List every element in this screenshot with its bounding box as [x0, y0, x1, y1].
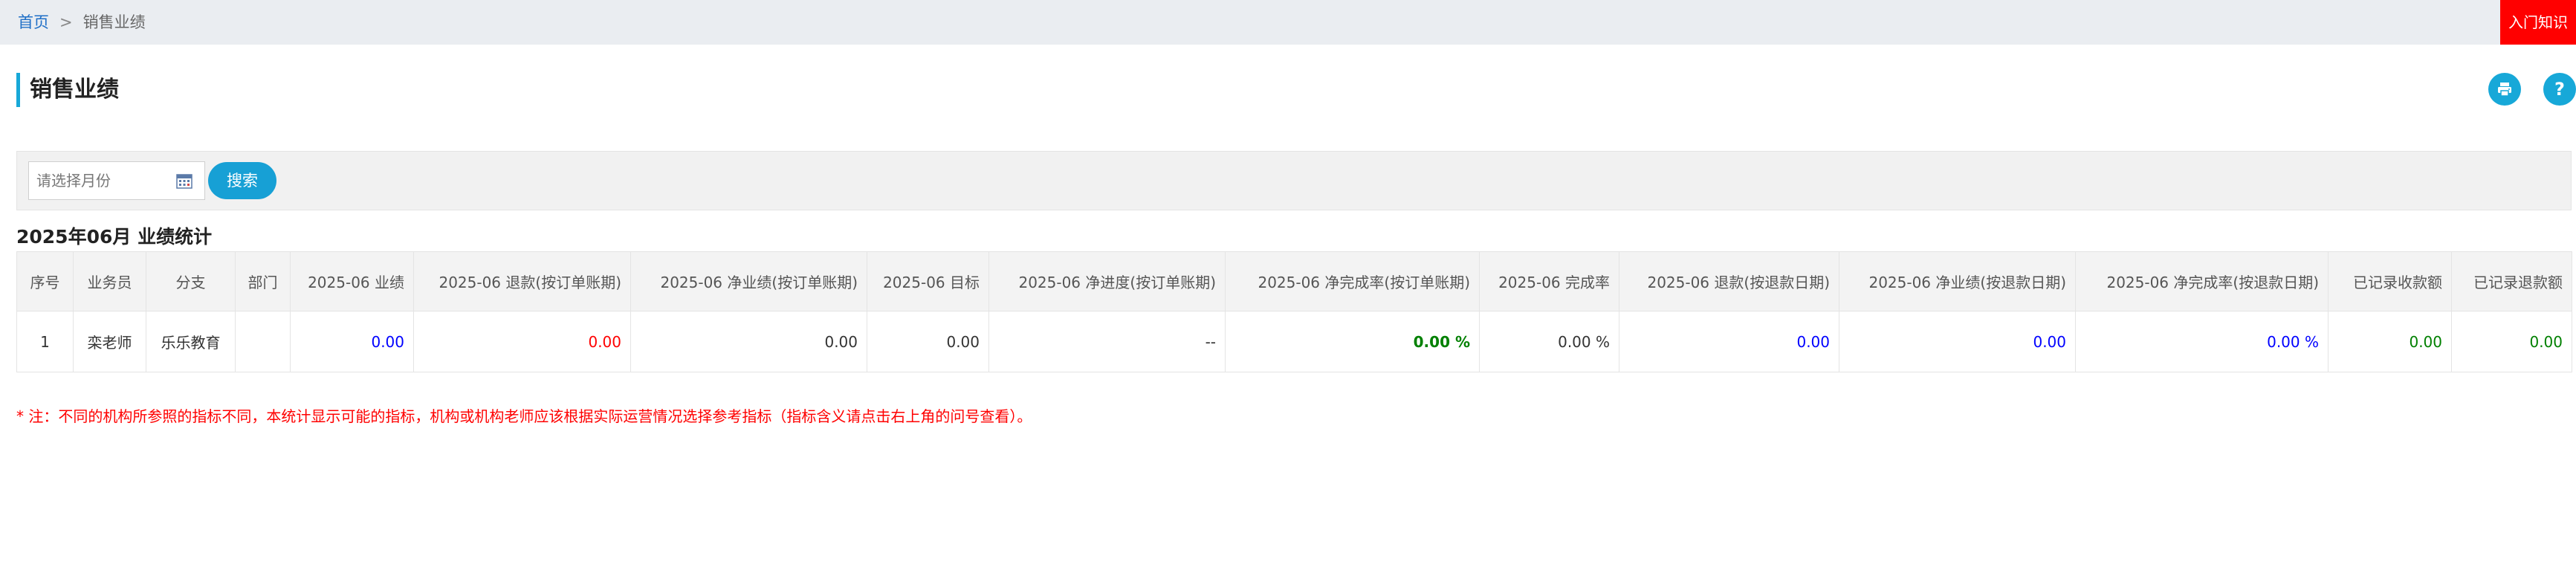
print-icon — [2498, 83, 2511, 97]
column-header: 2025-06 净完成率(按退款日期) — [2075, 251, 2329, 311]
column-header: 部门 — [235, 251, 291, 311]
column-header: 分支 — [146, 251, 236, 311]
column-header: 已记录收款额 — [2328, 251, 2452, 311]
disclaimer-note: * 注：不同的机构所参照的指标不同，本统计显示可能的指标，机构或机构老师应该根据… — [16, 407, 1032, 425]
cell-net-completion-by-order: 0.00 % — [1225, 311, 1480, 372]
column-header: 2025-06 完成率 — [1479, 251, 1619, 311]
stats-title: 2025年06月 业绩统计 — [16, 226, 213, 248]
cell-branch: 乐乐教育 — [146, 311, 236, 372]
cell-index: 1 — [16, 311, 74, 372]
cell-recorded-receipts: 0.00 — [2328, 311, 2452, 372]
calendar-icon[interactable] — [175, 172, 193, 190]
cell-salesperson: 栾老师 — [73, 311, 146, 372]
column-header: 业务员 — [73, 251, 146, 311]
stats-table: 序号 业务员 分支 部门 2025-06 业绩 2025-06 退款(按订单账期… — [16, 251, 2572, 372]
search-bar — [16, 151, 2572, 210]
cell-completion-rate: 0.00 % — [1479, 311, 1619, 372]
top-bar: 首页 > 销售业绩 入门知识 — [0, 0, 2576, 45]
column-header: 2025-06 净进度(按订单账期) — [988, 251, 1226, 311]
cell-recorded-refunds: 0.00 — [2451, 311, 2572, 372]
page-title: 销售业绩 — [30, 77, 119, 103]
title-accent-bar — [16, 73, 20, 107]
breadcrumb-separator: > — [59, 13, 73, 31]
column-header: 2025-06 业绩 — [290, 251, 414, 311]
breadcrumb-home-link[interactable]: 首页 — [18, 13, 49, 31]
cell-performance[interactable]: 0.00 — [290, 311, 414, 372]
help-icon: ? — [2554, 79, 2565, 100]
cell-refund-by-order[interactable]: 0.00 — [413, 311, 631, 372]
breadcrumb: 首页 > 销售业绩 — [18, 12, 146, 33]
cell-refund-by-date[interactable]: 0.00 — [1619, 311, 1839, 372]
table-row: 1 栾老师 乐乐教育 0.00 0.00 0.00 0.00 -- 0.00 %… — [16, 311, 2572, 372]
help-button[interactable]: ? — [2543, 73, 2576, 106]
cell-net-completion-by-date: 0.00 % — [2075, 311, 2329, 372]
column-header: 已记录退款额 — [2451, 251, 2572, 311]
search-button[interactable]: 搜索 — [208, 162, 276, 199]
cell-department — [235, 311, 291, 372]
print-button[interactable] — [2488, 73, 2521, 106]
breadcrumb-current: 销售业绩 — [82, 13, 146, 31]
cell-net-performance-by-date[interactable]: 0.00 — [1839, 311, 2076, 372]
column-header: 2025-06 净完成率(按订单账期) — [1225, 251, 1480, 311]
column-header: 2025-06 净业绩(按退款日期) — [1839, 251, 2076, 311]
column-header: 2025-06 净业绩(按订单账期) — [630, 251, 867, 311]
cell-target: 0.00 — [867, 311, 989, 372]
intro-knowledge-button[interactable]: 入门知识 — [2500, 0, 2576, 45]
column-header: 2025-06 目标 — [867, 251, 989, 311]
table-header-row: 序号 业务员 分支 部门 2025-06 业绩 2025-06 退款(按订单账期… — [16, 251, 2572, 311]
column-header: 序号 — [16, 251, 74, 311]
cell-net-performance-by-order: 0.00 — [630, 311, 867, 372]
cell-net-progress-by-order: -- — [988, 311, 1226, 372]
column-header: 2025-06 退款(按退款日期) — [1619, 251, 1839, 311]
column-header: 2025-06 退款(按订单账期) — [413, 251, 631, 311]
